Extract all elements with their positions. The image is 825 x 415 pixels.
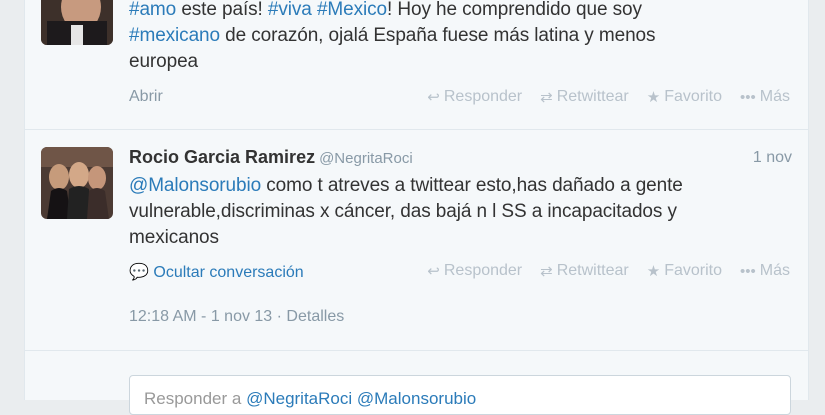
retweet-label: Retwittear (556, 262, 629, 279)
tweet-author[interactable]: Rocio Garcia Ramirez @NegritaRoci (129, 147, 413, 168)
star-icon: ★ (646, 263, 661, 280)
separator: · (272, 308, 287, 325)
tweet-date[interactable]: 1 nov (753, 149, 792, 167)
mention: @Malonsorubio (356, 389, 477, 408)
speech-bubble-icon: 💬 (129, 264, 149, 281)
expand-link[interactable]: Abrir (129, 88, 163, 106)
details-link[interactable]: Detalles (286, 308, 344, 325)
more-button[interactable]: ••• Más (740, 262, 790, 280)
tweet-meta: 12:18 AM - 1 nov 13 · Detalles (129, 308, 344, 326)
reply-label: Responder (443, 262, 523, 279)
hashtag[interactable]: #mexicano (129, 25, 220, 46)
favorite-button[interactable]: ★ Favorito (647, 88, 722, 106)
more-label: Más (759, 88, 790, 105)
timeline: #amo este país! #viva #Mexico! Hoy he co… (24, 0, 809, 415)
avatar[interactable] (41, 0, 113, 45)
star-icon: ★ (646, 89, 661, 106)
retweet-icon: ⇄ (540, 89, 553, 106)
text-segment: mexicanos (129, 227, 219, 248)
tweet-timestamp[interactable]: 12:18 AM - 1 nov 13 (129, 308, 272, 325)
more-button[interactable]: ••• Más (740, 88, 790, 106)
author-handle[interactable]: @NegritaRoci (319, 150, 413, 167)
mention: @NegritaRoci (246, 389, 353, 408)
tweet-text: #amo este país! #viva #Mexico! Hoy he co… (129, 0, 799, 75)
more-icon: ••• (740, 262, 756, 280)
tweet-actions: ↩ Responder ⇄ Retwittear ★ Favorito ••• Más (427, 88, 790, 106)
hide-conversation-label: Ocultar conversación (153, 264, 304, 281)
reply-button[interactable]: ↩ Responder (427, 88, 522, 106)
retweet-icon: ⇄ (540, 263, 553, 280)
hashtag[interactable]: #viva (268, 0, 312, 20)
hide-conversation-link[interactable]: 💬 Ocultar conversación (129, 262, 304, 282)
more-icon: ••• (740, 88, 756, 106)
hashtag[interactable]: #amo (129, 0, 176, 20)
avatar[interactable] (41, 147, 113, 219)
reply-icon: ↩ (427, 89, 440, 106)
hashtag[interactable]: #Mexico (317, 0, 387, 20)
reply-label: Responder (443, 88, 523, 105)
more-label: Más (759, 262, 790, 279)
tweet-previous[interactable]: #amo este país! #viva #Mexico! Hoy he co… (25, 0, 808, 130)
text-segment: como t atreves a twittear esto,has dañad… (261, 175, 683, 196)
text-segment: este país! (176, 0, 268, 20)
text-segment: vulnerable,discriminas x cáncer, das baj… (129, 201, 677, 222)
retweet-label: Retwittear (556, 88, 629, 105)
favorite-label: Favorito (664, 262, 722, 279)
mention[interactable]: @Malonsorubio (129, 175, 261, 196)
text-segment: ! Hoy he comprendido que soy (387, 0, 642, 20)
reply-prefix: Responder a (144, 389, 247, 408)
retweet-button[interactable]: ⇄ Retwittear (540, 88, 629, 106)
reply-icon: ↩ (427, 263, 440, 280)
retweet-button[interactable]: ⇄ Retwittear (540, 262, 629, 280)
reply-button[interactable]: ↩ Responder (427, 262, 522, 280)
reply-input[interactable]: Responder a @NegritaRoci @Malonsorubio (129, 375, 791, 415)
text-segment: de corazón, ojalá España fuese más latin… (219, 25, 656, 46)
reply-area: Responder a @NegritaRoci @Malonsorubio (25, 351, 808, 415)
favorite-button[interactable]: ★ Favorito (647, 262, 722, 280)
author-name[interactable]: Rocio Garcia Ramirez (129, 147, 315, 167)
text-segment: europea (129, 51, 199, 72)
tweet-text: @Malonsorubio como t atreves a twittear … (129, 173, 799, 251)
tweet-main[interactable]: Rocio Garcia Ramirez @NegritaRoci 1 nov @… (25, 130, 808, 351)
favorite-label: Favorito (664, 88, 722, 105)
tweet-actions: ↩ Responder ⇄ Retwittear ★ Favorito ••• Más (427, 262, 790, 280)
